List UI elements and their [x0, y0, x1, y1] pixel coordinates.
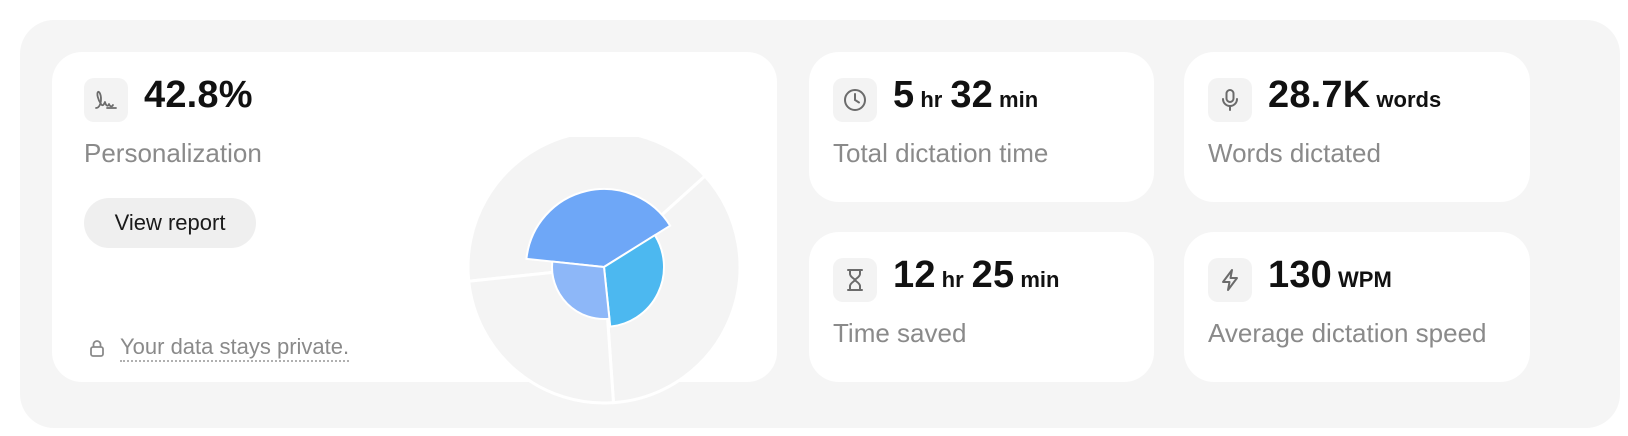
clock-icon [833, 78, 877, 122]
privacy-link[interactable]: Your data stays private. [120, 334, 350, 362]
words-number: 28.7K [1268, 74, 1371, 116]
hours-unit: hr [941, 267, 964, 292]
personalization-card: 42.8% Personalization View report Your d… [52, 52, 777, 405]
privacy-note: Your data stays private. [88, 334, 350, 362]
words-dictated-label: Words dictated [1208, 138, 1381, 168]
minutes-unit: min [999, 87, 1039, 112]
hours-number: 12 [893, 254, 936, 296]
total-dictation-time-label: Total dictation time [833, 138, 1049, 168]
average-dictation-speed-value: 130 WPM [1268, 254, 1392, 304]
minutes-number: 25 [971, 254, 1015, 296]
minutes-unit: min [1020, 267, 1060, 292]
lock-icon [90, 340, 104, 357]
stat-card-time-saved: 12 hr 25 min Time saved [809, 232, 1154, 382]
view-report-button[interactable]: View report [84, 198, 256, 248]
speed-unit: WPM [1338, 267, 1392, 292]
total-dictation-time-value: 5 hr 32 min [893, 74, 1038, 124]
personalization-label: Personalization [84, 138, 262, 168]
average-dictation-speed-label: Average dictation speed [1208, 318, 1487, 348]
minutes-number: 32 [950, 74, 994, 116]
hourglass-icon [833, 258, 877, 302]
personalization-value: 42.8% [144, 74, 253, 116]
signature-icon [84, 78, 128, 122]
words-dictated-value: 28.7K words [1268, 74, 1441, 124]
hours-number: 5 [893, 74, 915, 116]
stat-card-average-dictation-speed: 130 WPM Average dictation speed [1184, 232, 1530, 382]
stat-card-words-dictated: 28.7K words Words dictated [1184, 52, 1530, 202]
microphone-icon [1208, 78, 1252, 122]
words-unit: words [1376, 87, 1442, 112]
time-saved-label: Time saved [833, 318, 967, 348]
personalization-value-line: 42.8% [144, 74, 253, 124]
hours-unit: hr [920, 87, 943, 112]
lightning-icon [1208, 258, 1252, 302]
speed-number: 130 [1268, 254, 1333, 296]
time-saved-value: 12 hr 25 min [893, 254, 1059, 304]
stats-panel: 42.8% Personalization View report Your d… [20, 20, 1620, 428]
stat-card-total-dictation-time: 5 hr 32 min Total dictation time [809, 52, 1154, 202]
personalization-chart [466, 137, 742, 405]
